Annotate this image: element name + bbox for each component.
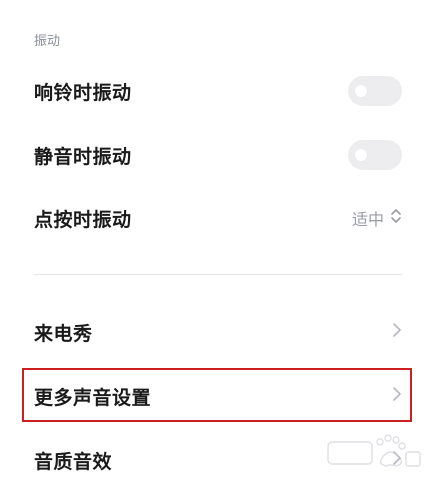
- row-label: 音质音效: [34, 450, 113, 473]
- toggle-knob: [355, 85, 367, 97]
- row-more-sound-settings[interactable]: 更多声音设置: [34, 376, 402, 416]
- row-label: 更多声音设置: [34, 386, 152, 409]
- section-divider: [34, 274, 402, 275]
- row-label: 来电秀: [34, 322, 93, 345]
- tap-vibrate-value: 适中: [351, 210, 384, 229]
- updown-chevron-icon: [390, 207, 402, 229]
- ring-vibrate-toggle[interactable]: [348, 76, 402, 106]
- chevron-right-icon: [392, 385, 402, 407]
- row-silent-vibrate[interactable]: 静音时振动: [34, 135, 402, 175]
- row-label: 点按时振动: [34, 208, 132, 231]
- row-caller-show[interactable]: 来电秀: [34, 312, 402, 352]
- toggle-knob: [355, 149, 367, 161]
- row-label: 静音时振动: [34, 145, 132, 168]
- row-label: 响铃时振动: [34, 81, 132, 104]
- chevron-right-icon: [392, 321, 402, 343]
- section-header-vibration: 振动: [34, 34, 61, 49]
- silent-vibrate-toggle[interactable]: [348, 140, 402, 170]
- row-ring-vibrate[interactable]: 响铃时振动: [34, 71, 402, 111]
- baidu-watermark-icon: [320, 428, 424, 474]
- tap-vibrate-selector[interactable]: 适中: [352, 206, 402, 230]
- row-tap-vibrate[interactable]: 点按时振动 适中: [34, 198, 402, 238]
